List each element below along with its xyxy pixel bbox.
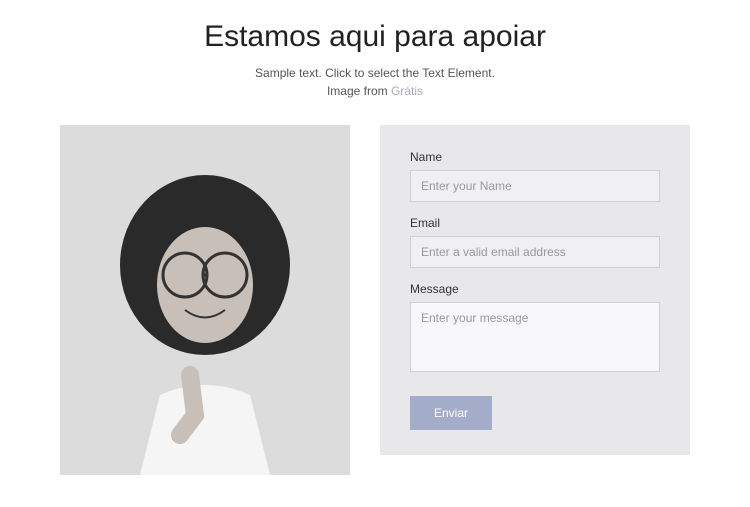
- email-input[interactable]: [410, 236, 660, 268]
- contact-form: Name Email Message Enviar: [380, 125, 690, 455]
- page-title: Estamos aqui para apoiar: [60, 20, 690, 54]
- subtitle-line1: Sample text. Click to select the Text El…: [255, 66, 495, 80]
- message-label: Message: [410, 282, 660, 296]
- email-label: Email: [410, 216, 660, 230]
- subtitle-text: Sample text. Click to select the Text El…: [60, 64, 690, 100]
- subtitle-link[interactable]: Grátis: [391, 84, 423, 98]
- name-input[interactable]: [410, 170, 660, 202]
- submit-button[interactable]: Enviar: [410, 396, 492, 430]
- name-label: Name: [410, 150, 660, 164]
- message-input[interactable]: [410, 302, 660, 372]
- subtitle-line2-prefix: Image from: [327, 84, 391, 98]
- profile-image: [60, 125, 350, 475]
